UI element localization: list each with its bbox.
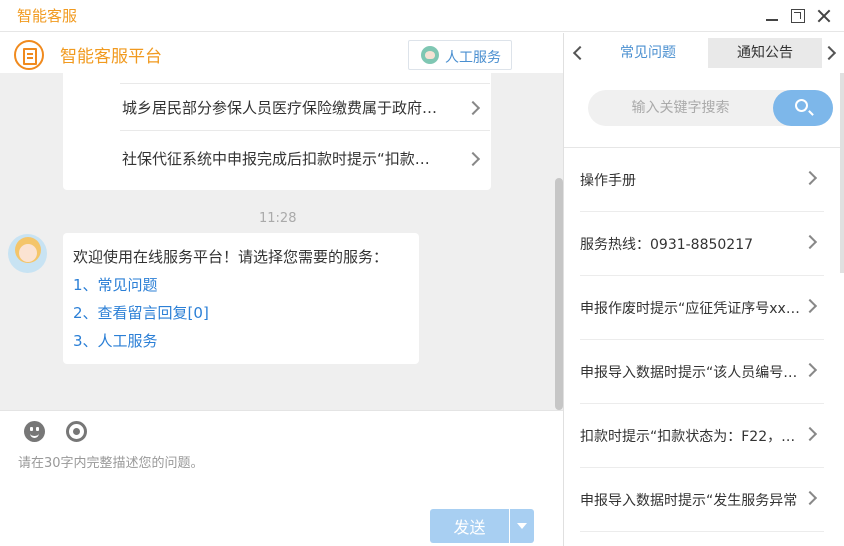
platform-title: 智能客服平台: [60, 47, 162, 67]
notice-item[interactable]: 服务热线：0931-8850217: [580, 212, 824, 276]
chat-header: 智能客服平台 人工服务: [0, 33, 563, 73]
notice-item[interactable]: 申报作废时提示“应征凭证序号xxx…: [580, 276, 824, 340]
bot-message: 欢迎使用在线服务平台！请选择您需要的服务： 1、常见问题 2、查看留言回复[0]…: [63, 233, 419, 364]
notice-item-text: 操作手册: [580, 173, 636, 189]
window-title: 智能客服: [17, 7, 78, 25]
chat-scrollbar[interactable]: [555, 178, 563, 410]
app-window: 智能客服 智能客服平台 人工服务 城乡居民部分参保人员医疗保险缴费属于政府… 社…: [0, 0, 844, 546]
agent-avatar-icon: [421, 46, 439, 64]
chevron-right-icon: [802, 426, 818, 442]
search-icon: [795, 99, 808, 112]
human-service-label: 人工服务: [445, 50, 501, 66]
tab-next-button[interactable]: [821, 43, 840, 63]
chevron-right-icon: [821, 45, 837, 61]
notice-item-text: 扣款时提示“扣款状态为：F22，…: [580, 429, 796, 445]
faq-item-text: 社保代征系统中申报完成后扣款时提示“扣款…: [122, 150, 430, 168]
chat-area: 城乡居民部分参保人员医疗保险缴费属于政府… 社保代征系统中申报完成后扣款时提示“…: [0, 73, 563, 410]
message-timestamp: 11:28: [259, 211, 297, 226]
chevron-left-icon: [572, 45, 588, 61]
notice-item[interactable]: 操作手册: [580, 148, 824, 212]
notice-item-text: 申报导入数据时提示“发生服务异常: [580, 493, 798, 509]
chevron-right-icon: [465, 100, 481, 116]
notice-item[interactable]: 扣款时提示“扣款状态为：F22，…: [580, 404, 824, 468]
notice-item-text: 服务热线：0931-8850217: [580, 237, 754, 253]
search-button[interactable]: [773, 90, 833, 126]
emoji-icon[interactable]: [24, 421, 45, 442]
chevron-right-icon: [802, 298, 818, 314]
send-button[interactable]: 发送: [430, 509, 509, 543]
message-input[interactable]: [18, 453, 548, 473]
notice-item[interactable]: 申报导入数据时提示“发生服务异常: [580, 468, 824, 532]
faq-item[interactable]: 城乡居民部分参保人员医疗保险缴费属于政府…: [120, 83, 490, 131]
faq-item[interactable]: 社保代征系统中申报完成后扣款时提示“扣款…: [120, 135, 490, 183]
service-logo-icon: [14, 40, 44, 70]
notice-item-text: 申报导入数据时提示“该人员编号…: [580, 365, 798, 381]
faq-item-text: 城乡居民部分参保人员医疗保险缴费属于政府…: [122, 99, 438, 117]
composer: 发送: [0, 410, 563, 546]
minimize-icon[interactable]: [765, 9, 779, 23]
send-options-dropdown[interactable]: [510, 509, 534, 543]
close-icon[interactable]: [817, 9, 831, 23]
panel-search: [588, 90, 833, 126]
faq-card: 城乡居民部分参保人员医疗保险缴费属于政府… 社保代征系统中申报完成后扣款时提示“…: [63, 73, 491, 190]
chevron-right-icon: [802, 362, 818, 378]
notice-item[interactable]: 申报导入数据时提示“该人员编号…: [580, 340, 824, 404]
chevron-right-icon: [802, 490, 818, 506]
search-input[interactable]: [588, 90, 773, 126]
notice-item-text: 申报作废时提示“应征凭证序号xxx…: [580, 301, 800, 317]
message-text: 欢迎使用在线服务平台！请选择您需要的服务：: [73, 248, 389, 266]
info-panel: 常见问题 通知公告 操作手册 服务热线：0931-8850217 申报作废时提示…: [564, 33, 844, 546]
tab-faq[interactable]: 常见问题: [592, 38, 704, 68]
maximize-icon[interactable]: [791, 9, 805, 23]
tab-prev-button[interactable]: [568, 43, 588, 63]
chevron-right-icon: [465, 151, 481, 167]
option-faq-link[interactable]: 1、常见问题: [73, 274, 158, 295]
panel-scrollbar[interactable]: [840, 73, 844, 273]
agent-headset-icon[interactable]: [66, 421, 87, 442]
tab-notice[interactable]: 通知公告: [708, 38, 822, 68]
human-service-button[interactable]: 人工服务: [408, 40, 512, 70]
bot-avatar: [8, 234, 47, 273]
chevron-right-icon: [802, 170, 818, 186]
title-bar: 智能客服: [0, 0, 844, 32]
chevron-right-icon: [802, 234, 818, 250]
option-human-service-link[interactable]: 3、人工服务: [73, 330, 158, 351]
option-view-replies-link[interactable]: 2、查看留言回复[0]: [73, 302, 209, 323]
